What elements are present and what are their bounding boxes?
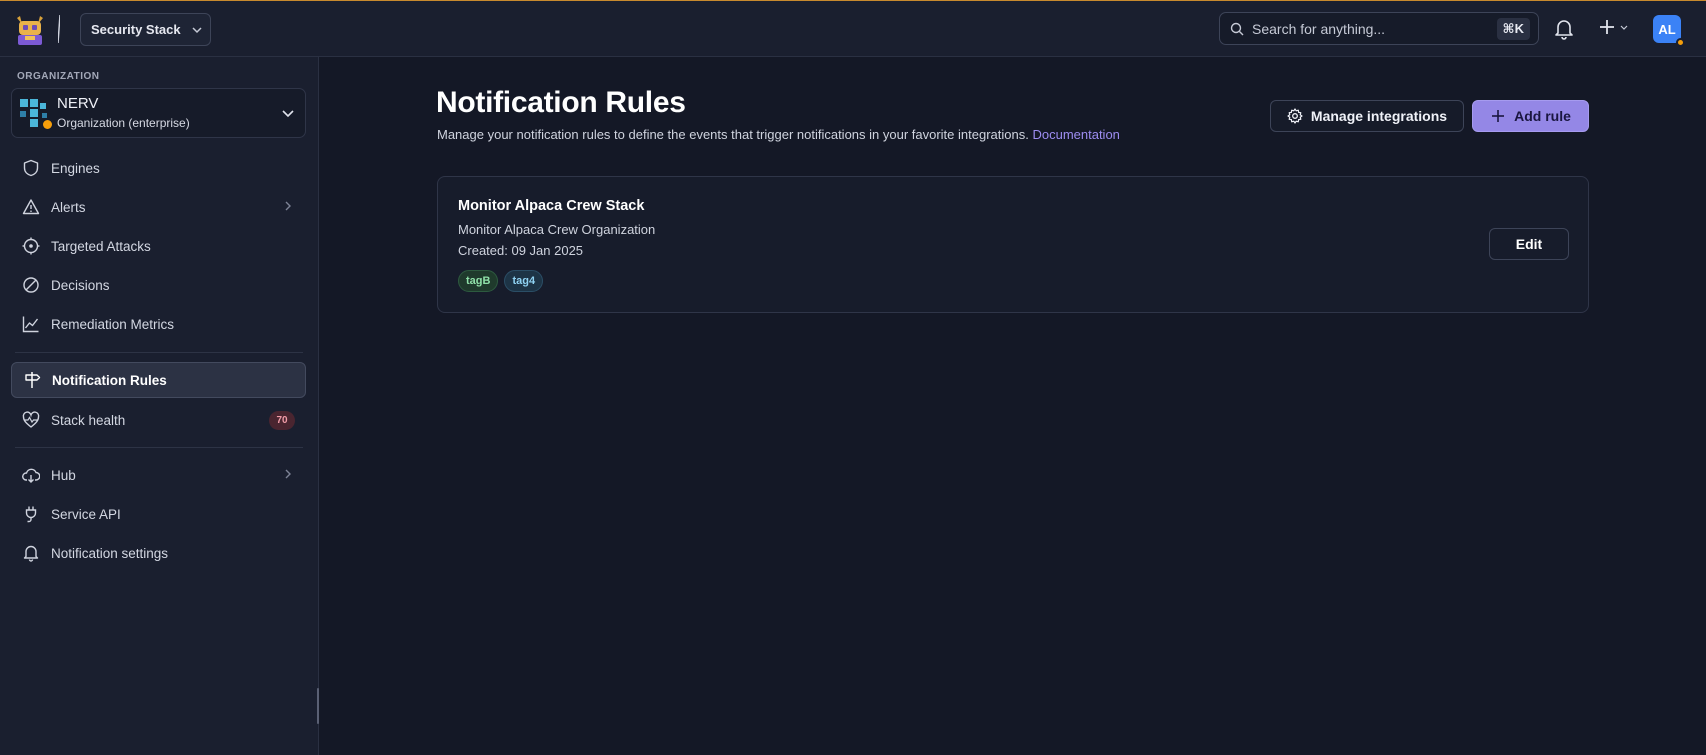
sidebar-item-engines[interactable]: Engines — [11, 150, 306, 186]
rule-organization: Monitor Alpaca Crew Organization — [458, 222, 656, 237]
notifications-button[interactable] — [1554, 18, 1574, 43]
tag-badge: tag4 — [504, 270, 544, 292]
avatar-initials: AL — [1658, 21, 1676, 37]
app-logo-icon[interactable] — [13, 12, 47, 46]
add-rule-button[interactable]: Add rule — [1472, 100, 1589, 132]
sidebar-item-label: Engines — [51, 160, 100, 176]
sidebar-item-label: Stack health — [51, 412, 126, 428]
target-icon — [21, 236, 41, 256]
prohibited-icon — [21, 275, 41, 295]
stack-selector[interactable]: Security Stack — [80, 13, 211, 46]
org-type: Organization (enterprise) — [57, 116, 190, 130]
search-input[interactable]: Search for anything... ⌘K — [1219, 12, 1539, 45]
search-icon — [1230, 22, 1244, 35]
sidebar-item-label: Decisions — [51, 277, 110, 293]
sidebar-item-notification-settings[interactable]: Notification settings — [11, 535, 306, 571]
sidebar-resize-handle[interactable] — [317, 688, 319, 724]
chevron-right-icon — [285, 201, 291, 211]
sidebar-item-label: Service API — [51, 506, 121, 522]
chevron-down-icon — [1620, 25, 1628, 30]
shield-icon — [21, 158, 41, 178]
cloud-download-icon — [21, 465, 41, 485]
org-name: NERV — [57, 95, 99, 112]
sidebar-item-label: Notification Rules — [52, 372, 167, 388]
sidebar: ORGANIZATION NERV Organization (enterpri… — [0, 57, 319, 755]
signpost-icon — [22, 370, 42, 390]
manage-integrations-button[interactable]: Manage integrations — [1270, 100, 1464, 132]
stack-name: Security Stack — [91, 22, 181, 37]
sidebar-item-label: Alerts — [51, 199, 86, 215]
page-description-text: Manage your notification rules to define… — [437, 127, 1029, 142]
sidebar-item-remediation-metrics[interactable]: Remediation Metrics — [11, 306, 306, 342]
chevron-down-icon — [192, 26, 202, 33]
plus-icon — [1492, 110, 1505, 122]
rule-created-date: Created: 09 Jan 2025 — [458, 243, 584, 258]
plug-icon — [21, 504, 41, 524]
bell-icon — [1555, 20, 1573, 40]
sidebar-item-alerts[interactable]: Alerts — [11, 189, 306, 225]
warning-triangle-icon — [21, 197, 41, 217]
chevron-down-icon — [282, 110, 294, 118]
sidebar-item-stack-health[interactable]: Stack health 70 — [11, 402, 306, 438]
gear-icon — [1287, 108, 1303, 124]
sidebar-item-label: Hub — [51, 467, 76, 483]
rule-card: Monitor Alpaca Crew Stack Monitor Alpaca… — [437, 176, 1589, 313]
documentation-link[interactable]: Documentation — [1032, 127, 1119, 142]
page-description: Manage your notification rules to define… — [437, 127, 1120, 142]
manage-integrations-label: Manage integrations — [1310, 108, 1448, 124]
edit-rule-button[interactable]: Edit — [1489, 228, 1569, 260]
line-chart-icon — [21, 314, 41, 334]
sidebar-divider — [15, 447, 303, 448]
add-rule-label: Add rule — [1514, 108, 1571, 124]
top-bar: Security Stack Search for anything... ⌘K… — [0, 0, 1706, 57]
org-section-label: ORGANIZATION — [17, 71, 100, 82]
search-shortcut: ⌘K — [1496, 18, 1530, 40]
user-avatar[interactable]: AL — [1653, 15, 1685, 47]
breadcrumb-separator — [58, 15, 60, 43]
tag-badge: tagB — [458, 270, 499, 292]
rule-tags: tagB tag4 — [458, 270, 544, 292]
plus-icon — [1600, 20, 1614, 34]
bell-icon — [21, 543, 41, 563]
sidebar-item-service-api[interactable]: Service API — [11, 496, 306, 532]
sidebar-item-label: Remediation Metrics — [51, 316, 175, 332]
sidebar-item-label: Targeted Attacks — [51, 238, 151, 254]
sidebar-item-hub[interactable]: Hub — [11, 457, 306, 493]
sidebar-divider — [15, 352, 303, 353]
sidebar-item-notification-rules[interactable]: Notification Rules — [11, 362, 306, 398]
org-logo-icon — [20, 97, 52, 129]
sidebar-item-targeted-attacks[interactable]: Targeted Attacks — [11, 228, 306, 264]
create-menu-button[interactable] — [1598, 18, 1628, 36]
org-switcher[interactable]: NERV Organization (enterprise) — [11, 88, 306, 138]
search-placeholder: Search for anything... — [1252, 20, 1386, 37]
chevron-right-icon — [285, 469, 291, 479]
stack-health-badge: 70 — [269, 411, 295, 430]
org-status-dot — [43, 120, 52, 129]
rule-title: Monitor Alpaca Crew Stack — [458, 198, 645, 214]
page-title: Notification Rules — [436, 86, 686, 119]
status-dot — [1676, 38, 1685, 47]
sidebar-item-label: Notification settings — [51, 545, 169, 561]
heart-pulse-icon — [21, 410, 41, 430]
sidebar-item-decisions[interactable]: Decisions — [11, 267, 306, 303]
